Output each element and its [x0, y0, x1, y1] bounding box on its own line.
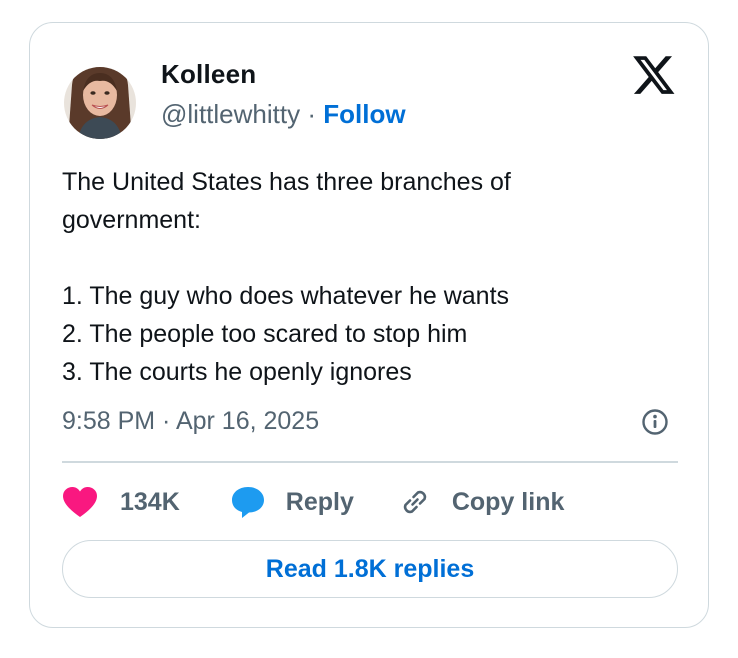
tweet-line: 2. The people too scared to stop him — [62, 320, 468, 348]
follow-button[interactable]: Follow — [323, 99, 405, 129]
x-logo-icon[interactable] — [633, 56, 676, 96]
divider — [62, 461, 678, 463]
tweet-text: The United States has three branches of … — [62, 163, 682, 391]
reply-button[interactable]: Reply — [230, 485, 398, 519]
author-handle-row: @littlewhitty · Follow — [161, 98, 406, 130]
link-icon — [403, 490, 427, 514]
handle-separator: · — [307, 99, 316, 129]
tweet-card: Kolleen @littlewhitty · Follow The Unite… — [29, 22, 709, 628]
author-avatar[interactable] — [64, 45, 136, 139]
reply-label: Reply — [285, 487, 354, 516]
like-button[interactable]: 134K — [62, 486, 230, 518]
author-name[interactable]: Kolleen — [161, 59, 256, 89]
reply-bubble-icon — [231, 487, 264, 518]
author-handle[interactable]: @littlewhitty — [161, 99, 300, 129]
heart-icon — [63, 487, 97, 517]
tweet-line: 3. The courts he openly ignores — [62, 358, 412, 386]
tweet-line: The United States has three branches of — [62, 168, 511, 196]
tweet-actions: 134K Reply Copy link — [62, 479, 564, 525]
read-replies-button[interactable]: Read 1.8K replies — [62, 540, 678, 598]
like-count: 134K — [120, 487, 180, 516]
info-icon[interactable] — [641, 408, 669, 436]
tweet-line: government: — [62, 206, 201, 234]
copy-link-button[interactable]: Copy link — [398, 485, 565, 519]
tweet-line: 1. The guy who does whatever he wants — [62, 282, 510, 310]
tweet-timestamp[interactable]: 9:58 PM · Apr 16, 2025 — [62, 405, 319, 437]
copy-link-label: Copy link — [451, 487, 565, 516]
